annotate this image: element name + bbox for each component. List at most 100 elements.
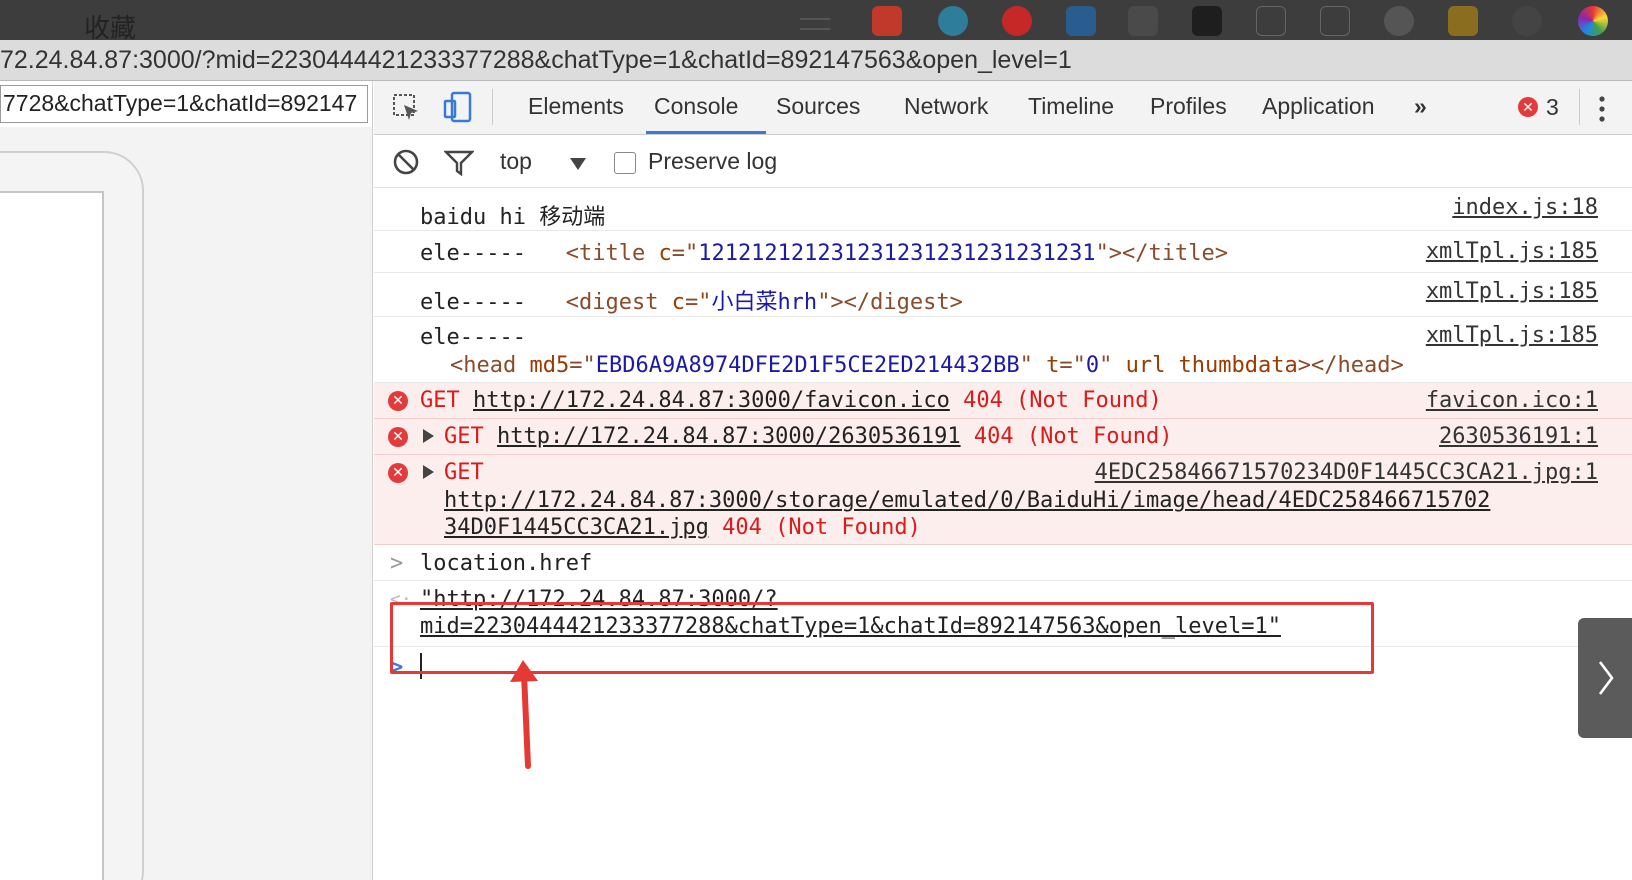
console-output[interactable]: baidu hi 移动端 index.js:18 ele----- <title… (374, 189, 1632, 880)
console-error: ✕ GET 4EDC25846671570234D0F1445CC3CA21.j… (374, 455, 1632, 545)
more-tabs-button[interactable]: » (1414, 93, 1427, 120)
page-viewport: 7728&chatType=1&chatId=892147 (0, 81, 373, 880)
source-link[interactable]: favicon.ico:1 (1426, 388, 1598, 413)
attr-value: 0 (1085, 353, 1100, 378)
log-text: ele----- <title c="121212121231231231231… (420, 241, 1228, 266)
expand-triangle-icon[interactable] (423, 465, 434, 479)
page-url-input[interactable]: 7728&chatType=1&chatId=892147 (0, 85, 368, 123)
console-toolbar: top Preserve log (374, 136, 1632, 188)
attr-name: url thumbdata (1125, 353, 1298, 378)
log-text: <head md5="EBD6A9A8974DFE2D1F5CE2ED21443… (450, 353, 1404, 378)
error-text: GET http://172.24.84.87:3000/2630536191 … (444, 424, 1173, 449)
source-link[interactable]: xmlTpl.js:185 (1426, 279, 1598, 304)
error-count-icon[interactable]: ✕ (1518, 97, 1538, 117)
log-prefix: ele----- (420, 290, 526, 315)
attr-name: md5 (529, 353, 570, 378)
attr-eq: =" (684, 290, 712, 315)
console-message: ele----- <head md5="EBD6A9A8974DFE2D1F5C… (374, 317, 1632, 383)
device-toolbar-icon[interactable] (442, 91, 474, 128)
bookmarks-bar: 收藏 (0, 0, 1632, 43)
error-icon: ✕ (388, 427, 408, 447)
error-method: GET (444, 460, 484, 485)
menu-icon[interactable] (800, 18, 830, 30)
inspect-element-icon[interactable] (392, 93, 422, 128)
devtools-panel: Elements Console Sources Network Timelin… (374, 81, 1632, 880)
error-url[interactable]: 34D0F1445CC3CA21.jpg (444, 515, 709, 540)
tab-timeline[interactable]: Timeline (1028, 93, 1114, 120)
tab-elements[interactable]: Elements (528, 93, 624, 120)
side-panel-toggle-button[interactable] (1578, 618, 1632, 738)
attr-name: t (1046, 353, 1060, 378)
globe-extension-icon[interactable] (938, 6, 968, 36)
tabbar-divider (492, 89, 493, 125)
devtools-tabbar: Elements Console Sources Network Timelin… (374, 81, 1632, 135)
infinity-extension-icon[interactable] (1002, 6, 1032, 36)
notes-extension-icon[interactable] (1448, 6, 1478, 36)
attr-name: c (671, 290, 685, 315)
chevron-down-icon[interactable] (570, 158, 586, 170)
tag-open: <digest (565, 290, 659, 315)
gear-extension-icon[interactable] (1512, 6, 1542, 36)
log-text: baidu hi 移动端 (420, 205, 606, 230)
color-picker-extension-icon[interactable] (1578, 6, 1608, 36)
window-extension-icon[interactable] (1320, 6, 1350, 36)
context-selector[interactable]: top (500, 148, 532, 175)
attr-value: 小白菜hrh (711, 290, 818, 315)
attr-eq: =" (671, 241, 699, 266)
log-prefix: ele----- (420, 325, 526, 350)
tabbar-divider-right (1579, 89, 1580, 125)
json-extension-icon[interactable] (1256, 6, 1286, 36)
input-text: location.href (420, 551, 593, 576)
preserve-log-label[interactable]: Preserve log (648, 148, 777, 175)
clear-console-icon[interactable] (392, 148, 420, 181)
address-bar[interactable]: 72.24.84.87:3000/?mid=223044442123337728… (0, 40, 1632, 81)
device-screen (0, 191, 104, 880)
fe-extension-icon[interactable] (872, 6, 902, 36)
attr-value: 121212121231231231231231231231 (698, 241, 1096, 266)
error-method: GET (444, 424, 484, 449)
vue-extension-icon[interactable] (1128, 6, 1158, 36)
error-count[interactable]: 3 (1546, 94, 1559, 121)
tab-sources[interactable]: Sources (776, 93, 860, 120)
error-status: 404 (Not Found) (963, 388, 1162, 413)
preserve-log-checkbox[interactable] (614, 152, 636, 174)
react-extension-icon[interactable] (1192, 6, 1222, 36)
error-status: 404 (Not Found) (722, 515, 921, 540)
tab-network[interactable]: Network (904, 93, 988, 120)
tab-application[interactable]: Application (1262, 93, 1375, 120)
error-text: 34D0F1445CC3CA21.jpg 404 (Not Found) (444, 515, 921, 540)
source-link[interactable]: xmlTpl.js:185 (1426, 323, 1598, 348)
error-icon: ✕ (388, 391, 408, 411)
tab-console[interactable]: Console (654, 93, 738, 120)
log-prefix: ele----- (420, 241, 526, 266)
console-error: ✕ GET http://172.24.84.87:3000/favicon.i… (374, 383, 1632, 419)
error-icon: ✕ (388, 463, 408, 483)
chevron-right-icon (1598, 661, 1614, 695)
active-tab-indicator (646, 131, 766, 134)
console-message: ele----- <title c="121212121231231231231… (374, 231, 1632, 273)
error-url[interactable]: http://172.24.84.87:3000/favicon.ico (473, 388, 950, 413)
source-link[interactable]: index.js:18 (1452, 195, 1598, 220)
address-url[interactable]: 72.24.84.87:3000/?mid=223044442123337728… (0, 46, 1072, 75)
tab-profiles[interactable]: Profiles (1150, 93, 1227, 120)
source-link[interactable]: xmlTpl.js:185 (1426, 239, 1598, 264)
error-text: GET http://172.24.84.87:3000/favicon.ico… (420, 388, 1162, 413)
error-status: 404 (Not Found) (973, 424, 1173, 449)
more-options-icon[interactable] (1598, 95, 1606, 128)
console-message: ele----- <digest c="小白菜hrh"></digest> xm… (374, 273, 1632, 317)
expand-triangle-icon[interactable] (423, 429, 434, 443)
error-method: GET (420, 388, 460, 413)
prompt-chevron-icon: > (390, 551, 404, 576)
source-link[interactable]: 2630536191:1 (1439, 424, 1598, 449)
attr-value: EBD6A9A8974DFE2D1F5CE2ED214432BB (595, 353, 1020, 378)
source-link[interactable]: 4EDC25846671570234D0F1445CC3CA21.jpg:1 (1095, 460, 1598, 485)
error-url[interactable]: http://172.24.84.87:3000/2630536191 (497, 424, 961, 449)
ie-extension-icon[interactable] (1384, 6, 1414, 36)
error-url[interactable]: http://172.24.84.87:3000/storage/emulate… (444, 488, 1490, 513)
filter-icon[interactable] (443, 150, 475, 181)
log-text: ele----- <digest c="小白菜hrh"></digest> (420, 284, 963, 316)
tag-open: <title (565, 241, 646, 266)
tag-close: "></digest> (817, 290, 963, 315)
tag-close: ></head> (1297, 353, 1404, 378)
shield-extension-icon[interactable] (1066, 6, 1096, 36)
